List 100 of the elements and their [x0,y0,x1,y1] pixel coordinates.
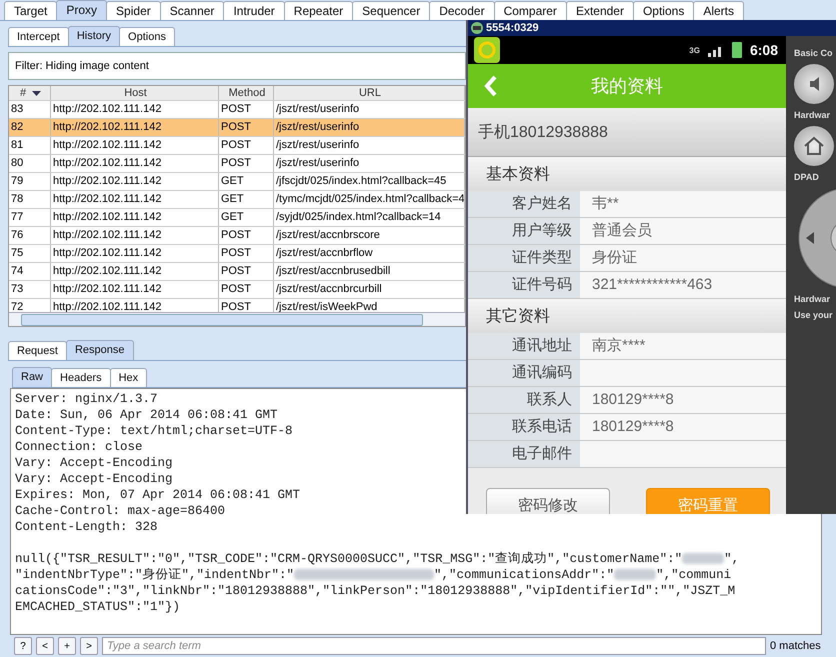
body-text: "indentNbrType":"身份证","indentNbr":" [15,568,294,582]
table-row[interactable]: 73 http://202.102.111.142 POST /jszt/rest/accnbrcurbill [9,281,465,299]
tab[interactable]: Comparer [494,1,567,20]
tab[interactable]: Extender [566,1,634,20]
tab[interactable]: Headers [51,368,111,387]
header-line: Connection: close [15,439,143,455]
table-row[interactable]: 74 http://202.102.111.142 POST /jszt/rest/accnbrusedbill [9,263,465,281]
table-row[interactable]: 72 http://202.102.111.142 POST /jszt/rest/isWeekPwd [9,299,465,312]
tab[interactable]: Options [632,1,694,20]
table-cell: http://202.102.111.142 [51,155,219,172]
match-count: 0 matches [770,640,822,652]
field-value: 身份证 [580,245,786,271]
table-cell: GET [219,173,274,190]
table-row[interactable]: 75 http://202.102.111.142 POST /jszt/rest/accnbrflow [9,245,465,263]
table-cell: 78 [9,191,51,208]
network-type: 3G [689,46,700,54]
header-line: Vary: Accept-Encoding [15,455,173,471]
horizontal-scrollbar[interactable] [9,312,465,326]
table-cell: http://202.102.111.142 [51,173,219,190]
table-cell: http://202.102.111.142 [51,137,219,154]
panel-label: Hardwar [794,110,832,120]
section-title: 基本资料 [468,157,786,191]
body-text: ","communicationsAddr":" [434,568,614,582]
table-cell: http://202.102.111.142 [51,101,219,118]
tab[interactable]: History [68,26,120,46]
sort-arrow-icon [32,90,42,96]
tab[interactable]: Hex [110,368,148,387]
table-row[interactable]: 82 http://202.102.111.142 POST /jszt/rest/userinfo [9,119,465,137]
search-nav-button[interactable]: ? [14,637,32,655]
search-nav-button[interactable]: + [58,637,76,655]
page-title: 我的资料 [590,75,664,98]
section-title: 其它资料 [468,299,786,333]
field-value: 韦** [580,191,786,217]
table-cell: http://202.102.111.142 [51,263,219,280]
header-line: Cache-Control: max-age=86400 [15,503,226,519]
search-nav-button[interactable]: < [36,637,54,655]
field-label: 证件类型 [468,245,580,271]
table-cell: /jszt/rest/accnbrflow [274,245,465,262]
table-cell: /jszt/rest/accnbrscore [274,227,465,244]
table-row[interactable]: 81 http://202.102.111.142 POST /jszt/rest/userinfo [9,137,465,155]
table-cell: /syjdt/025/index.html?callback=14 [274,209,465,226]
table-cell: 79 [9,173,51,190]
field-label: 联系电话 [468,414,580,440]
tab[interactable]: Intruder [223,1,285,20]
table-cell: GET [219,209,274,226]
table-row[interactable]: 80 http://202.102.111.142 POST /jszt/rest/userinfo [9,155,465,173]
header-line: Vary: Accept-Encoding [15,471,173,487]
panel-label: Basic Co [794,48,834,58]
table-row[interactable]: 78 http://202.102.111.142 GET /tymc/mcjdt/025/index.html?callback=4 [9,191,465,209]
tab[interactable]: Spider [106,1,161,20]
panel-label: Use your [794,310,834,320]
home-button[interactable] [794,126,834,166]
tab[interactable]: Raw [12,367,52,387]
field-label: 电子邮件 [468,441,580,467]
body-text: cationsCode":"3","linkNbr":"18012938888","linkPerson":"18012938888","vipIdentifierId":"","JSZT_M [15,584,736,598]
tab[interactable]: Proxy [56,0,108,20]
tab[interactable]: Target [4,1,58,20]
table-row[interactable]: 79 http://202.102.111.142 GET /jfscjdt/025/index.html?callback=45 [9,173,465,191]
field-label: 通讯编码 [468,360,580,386]
table-cell: http://202.102.111.142 [51,227,219,244]
column-header[interactable]: URL [274,86,465,100]
table-cell: /jszt/rest/userinfo [274,101,465,118]
table-cell: 74 [9,263,51,280]
table-cell: http://202.102.111.142 [51,209,219,226]
table-row[interactable]: 77 http://202.102.111.142 GET /syjdt/025/index.html?callback=14 [9,209,465,227]
tab[interactable]: Alerts [693,1,744,20]
field-label: 用户等级 [468,218,580,244]
table-row[interactable]: 76 http://202.102.111.142 POST /jszt/rest/accnbrscore [9,227,465,245]
tab[interactable]: Options [119,27,175,46]
header-line: Date: Sun, 06 Apr 2014 06:08:41 GMT [15,407,278,423]
tab[interactable]: Scanner [160,1,224,20]
body-text: EMCACHED_STATUS":"1"}) [15,600,180,614]
search-nav-button[interactable]: > [80,637,98,655]
table-cell: http://202.102.111.142 [51,281,219,298]
field-label: 通讯地址 [468,333,580,359]
table-row[interactable]: 83 http://202.102.111.142 POST /jszt/rest/userinfo [9,101,465,119]
table-cell: /jszt/rest/userinfo [274,119,465,136]
table-cell: 83 [9,101,51,118]
tab[interactable]: Request [8,341,67,360]
table-cell: POST [219,263,274,280]
column-header[interactable]: # [9,86,51,100]
tab[interactable]: Decoder [429,1,495,20]
speaker-button[interactable] [794,64,834,104]
tab[interactable]: Sequencer [352,1,430,20]
field-value: 180129****8 [580,387,786,413]
app-icon [474,37,500,63]
tab[interactable]: Intercept [8,27,69,46]
change-password-button[interactable]: 密码修改 [486,488,610,514]
column-header[interactable]: Host [51,86,219,100]
tab[interactable]: Response [66,340,134,360]
filter-bar[interactable]: Filter: Hiding image content [8,52,466,80]
search-field[interactable]: Type a search term [102,637,766,655]
table-cell: /jszt/rest/userinfo [274,155,465,172]
column-header[interactable]: Method [219,86,274,100]
table-cell: 77 [9,209,51,226]
tab[interactable]: Repeater [284,1,354,20]
table-cell: http://202.102.111.142 [51,245,219,262]
field-label: 证件号码 [468,272,580,298]
table-cell: /jfscjdt/025/index.html?callback=45 [274,173,465,190]
header-line: Server: nginx/1.3.7 [15,391,158,407]
